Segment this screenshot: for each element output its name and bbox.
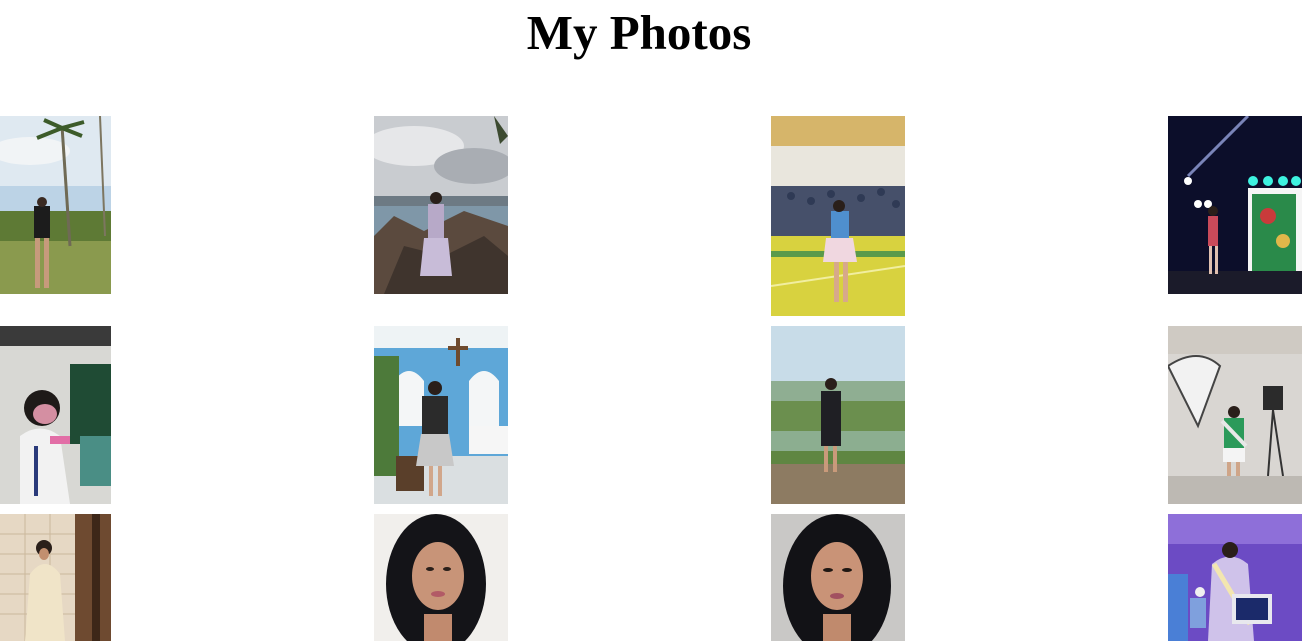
photo-10-image	[374, 514, 508, 641]
photo-6[interactable]	[374, 326, 508, 504]
photo-5-image	[0, 326, 111, 504]
photo-10[interactable]	[374, 514, 508, 641]
photo-8-image	[1168, 326, 1302, 504]
photo-12-image	[1168, 514, 1302, 641]
photo-3[interactable]	[771, 116, 905, 316]
photo-1-image	[0, 116, 111, 294]
photo-12[interactable]	[1168, 514, 1302, 641]
photo-4[interactable]	[1168, 116, 1302, 294]
photo-11[interactable]	[771, 514, 905, 641]
page-title: My Photos	[526, 5, 752, 60]
photo-9-image	[0, 514, 111, 641]
photo-1[interactable]	[0, 116, 111, 294]
photo-6-image	[374, 326, 508, 504]
photo-7[interactable]	[771, 326, 905, 504]
photo-11-image	[771, 514, 905, 641]
photo-3-image	[771, 116, 905, 316]
photo-9[interactable]	[0, 514, 111, 641]
photo-page: My Photos	[0, 0, 1314, 641]
photo-8[interactable]	[1168, 326, 1302, 504]
photo-7-image	[771, 326, 905, 504]
photo-4-image	[1168, 116, 1302, 294]
photo-5[interactable]	[0, 326, 111, 504]
photo-2[interactable]	[374, 116, 508, 294]
photo-2-image	[374, 116, 508, 294]
